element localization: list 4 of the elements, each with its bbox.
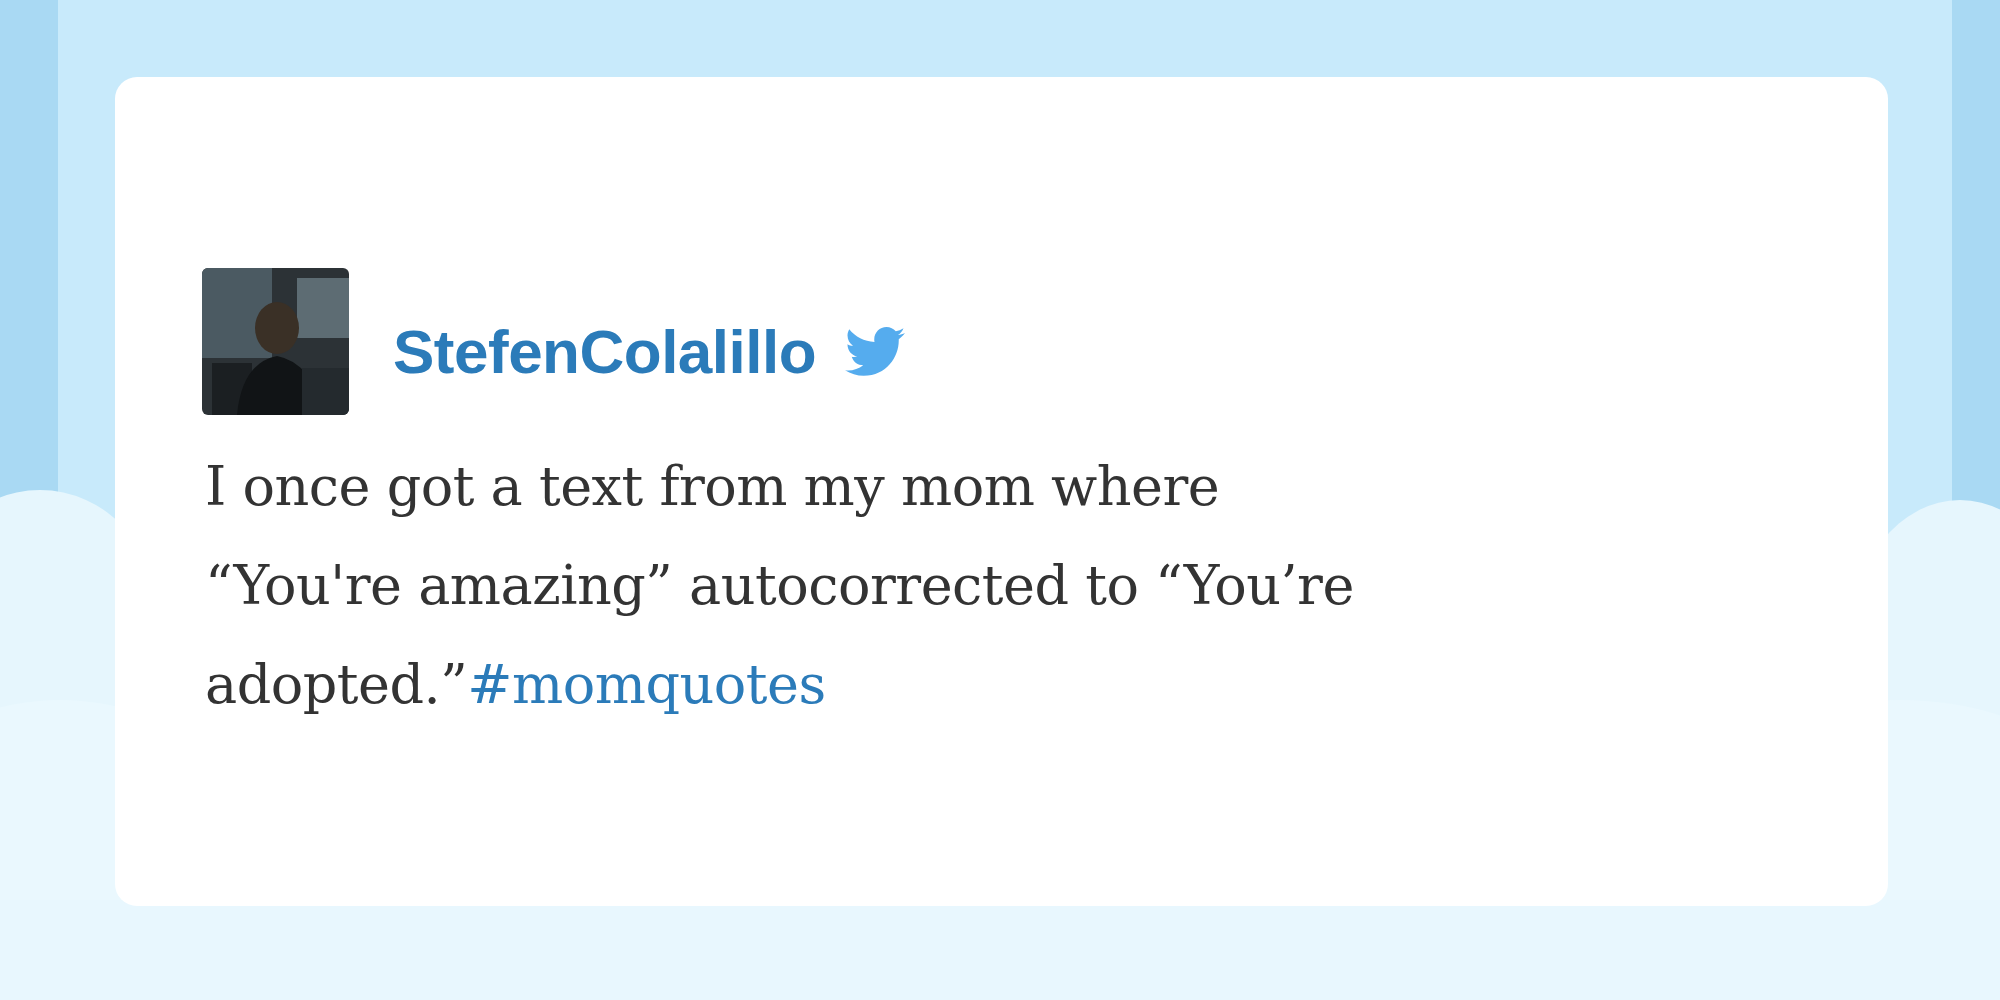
username[interactable]: StefenColalillo [393, 320, 817, 383]
hashtag-link[interactable]: #momquotes [467, 653, 826, 716]
tweet-text: I once got a text from my mom where “You're amazing” autocorrected to “You’re adopted.”#momquotes [205, 454, 1355, 718]
bird-icon [844, 326, 907, 377]
